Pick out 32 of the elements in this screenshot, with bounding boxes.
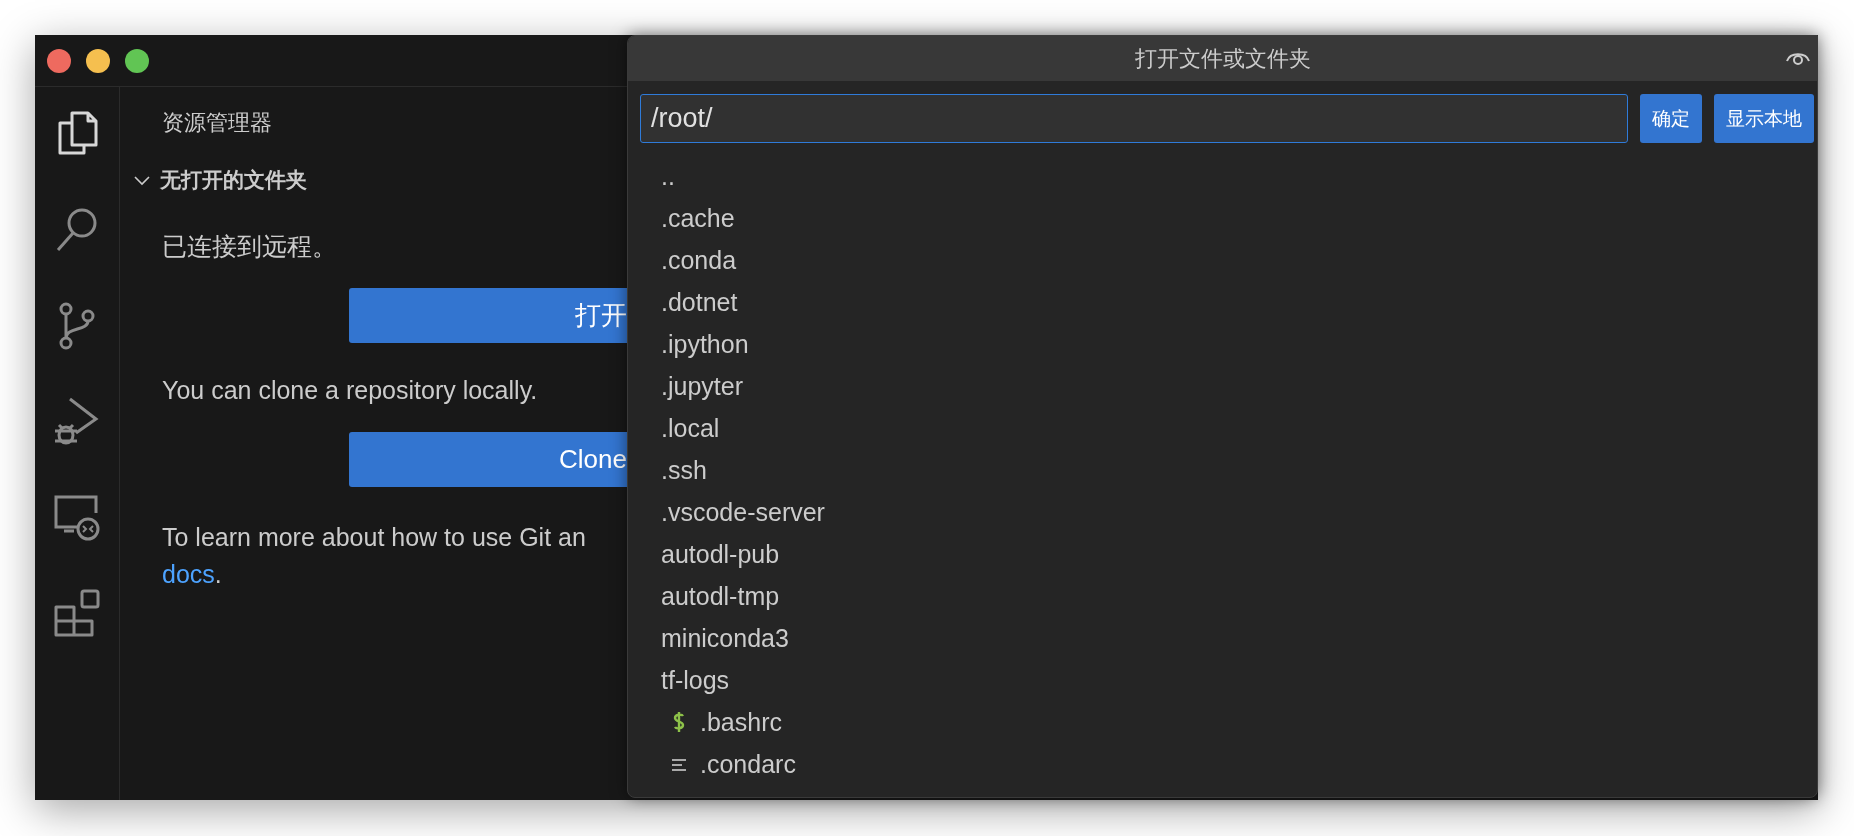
dialog-button[interactable]: 确定 <box>1640 94 1702 143</box>
info-text: You can clone a repository locally. <box>162 375 538 405</box>
section-header[interactable]: 无打开的文件夹 <box>132 163 627 197</box>
action-button[interactable]: 打开 <box>349 288 627 343</box>
file-entry[interactable]: .bashrc <box>628 701 1817 743</box>
file-entry[interactable]: .jupyter <box>628 365 1817 407</box>
file-entry[interactable]: .cache <box>628 197 1817 239</box>
action-button[interactable]: Clone <box>349 432 627 487</box>
file-entry[interactable]: miniconda3 <box>628 617 1817 659</box>
file-entry[interactable]: .conda <box>628 239 1817 281</box>
file-entry[interactable]: .vscode-server <box>628 491 1817 533</box>
dialog-button[interactable]: 显示本地 <box>1714 94 1814 143</box>
file-entry[interactable]: autodl-tmp <box>628 575 1817 617</box>
window-control-button[interactable] <box>125 48 149 73</box>
file-entry[interactable]: .condarc <box>628 743 1817 785</box>
window-control-button[interactable] <box>86 48 110 73</box>
path-field[interactable]: /root/ <box>640 94 1628 143</box>
file-entry[interactable]: .dotnet <box>628 281 1817 323</box>
extensions-icon[interactable] <box>52 589 102 639</box>
file-entry[interactable]: .ipython <box>628 323 1817 365</box>
file-entry[interactable]: .. <box>628 155 1817 197</box>
info-text: To learn more about how to use Git an docs. <box>162 522 586 590</box>
file-entry[interactable]: .local <box>628 407 1817 449</box>
window-control-button[interactable] <box>47 48 71 73</box>
file-entry[interactable]: autodl-pub <box>628 533 1817 575</box>
remote-monitor-icon[interactable] <box>52 493 102 543</box>
dialog-title: 打开文件或文件夹 <box>1134 45 1311 72</box>
file-entry[interactable]: tf-logs <box>628 659 1817 701</box>
info-text: 已连接到远程。 <box>162 231 337 261</box>
sidebar-title: 资源管理器 <box>162 109 272 137</box>
file-entry[interactable]: .ssh <box>628 449 1817 491</box>
docs-link[interactable]: docs <box>162 560 215 588</box>
